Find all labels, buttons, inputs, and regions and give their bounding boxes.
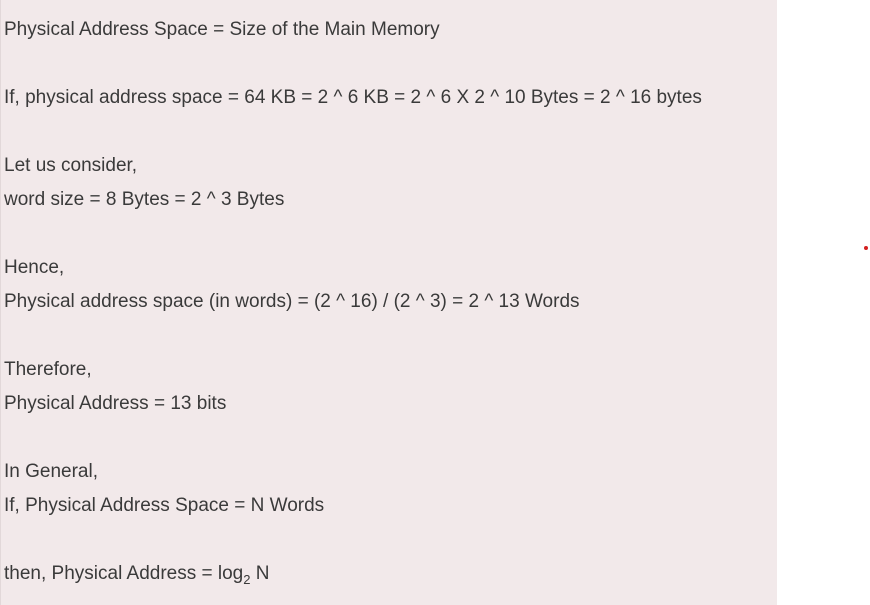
- text-line: If, Physical Address Space = N Words: [4, 495, 325, 516]
- text-line: If, physical address space = 64 KB = 2 ^…: [4, 87, 702, 108]
- red-dot-marker: [864, 246, 868, 250]
- text-line: Physical Address = 13 bits: [4, 393, 227, 414]
- text-line: Hence,: [4, 257, 65, 278]
- formula-prefix: then, Physical Address = log: [4, 563, 244, 584]
- text-line: In General,: [4, 461, 98, 482]
- text-line: Let us consider,: [4, 155, 138, 176]
- formula-suffix: N: [250, 563, 270, 584]
- text-line: Physical address space (in words) = (2 ^…: [4, 291, 580, 312]
- text-line: Therefore,: [4, 359, 92, 380]
- formula-line: then, Physical Address = log2 N: [4, 563, 270, 587]
- content-box: Physical Address Space = Size of the Mai…: [0, 0, 777, 605]
- log-base-subscript: 2: [243, 572, 251, 587]
- text-line: Physical Address Space = Size of the Mai…: [4, 19, 440, 40]
- text-line: word size = 8 Bytes = 2 ^ 3 Bytes: [4, 189, 285, 210]
